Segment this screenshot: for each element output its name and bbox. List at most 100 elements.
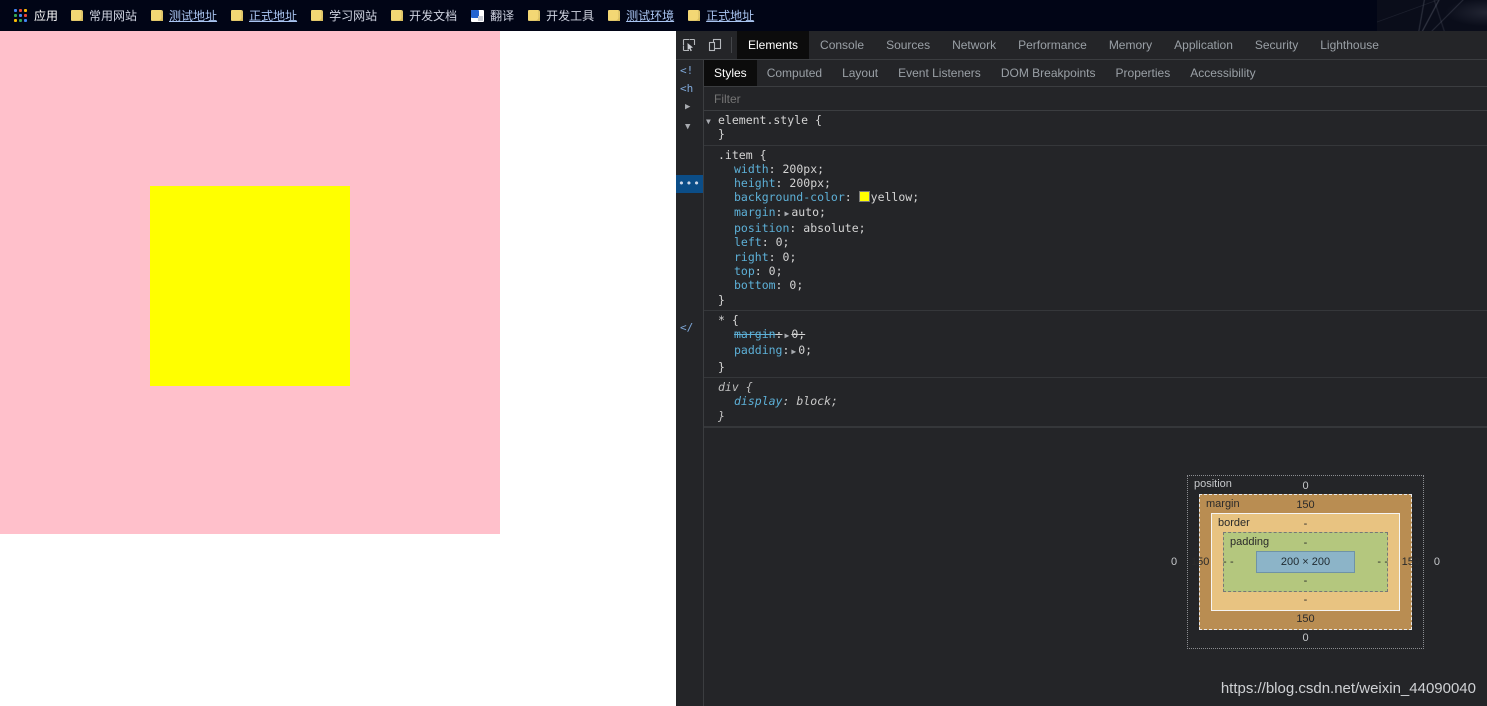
box-model-content-box[interactable]: 200 × 200 — [1255, 551, 1356, 573]
box-model-border-left[interactable]: - — [1223, 556, 1227, 568]
tab-network[interactable]: Network — [941, 31, 1007, 59]
css-declaration[interactable]: right: 0; — [718, 250, 1487, 264]
css-property-name[interactable]: position — [718, 221, 789, 235]
css-property-name[interactable]: top — [718, 264, 755, 278]
box-model-margin-right[interactable]: 150 — [1402, 556, 1420, 568]
css-property-name[interactable]: bottom — [718, 278, 776, 292]
dom-expand-arrow-collapsed[interactable]: ▶ — [685, 102, 690, 112]
css-declaration[interactable]: bottom: 0; — [718, 278, 1487, 292]
css-property-name[interactable]: background-color — [718, 190, 845, 204]
bookmark-item[interactable]: 学习网站 — [306, 5, 384, 27]
dom-line-closing[interactable]: </ — [680, 321, 693, 334]
css-selector[interactable]: element.style — [718, 113, 808, 127]
tab-elements[interactable]: Elements — [737, 31, 810, 59]
bookmark-item[interactable]: 正式地址 — [683, 5, 761, 27]
dom-expand-arrow-expanded[interactable]: ▼ — [685, 122, 690, 132]
apps-button[interactable]: 应用 — [8, 4, 64, 27]
tab-performance[interactable]: Performance — [1007, 31, 1098, 59]
css-declaration[interactable]: display: block; — [718, 394, 1487, 408]
box-model-margin-left[interactable]: 150 — [1191, 556, 1209, 568]
box-model-padding-bottom[interactable]: - — [1224, 575, 1387, 587]
bookmark-item[interactable]: 开发工具 — [523, 5, 601, 27]
filter-input[interactable] — [712, 90, 1016, 107]
dom-line-doctype[interactable]: <! — [680, 64, 693, 77]
inspect-element-icon[interactable] — [676, 31, 702, 59]
tab-sources[interactable]: Sources — [875, 31, 941, 59]
css-declaration[interactable]: position: absolute; — [718, 221, 1487, 235]
css-property-value[interactable]: absolute — [803, 221, 858, 235]
bookmark-item[interactable]: 开发文档 — [386, 5, 464, 27]
css-property-name[interactable]: margin — [718, 205, 776, 219]
css-declaration[interactable]: padding: ▶ 0; — [718, 343, 1487, 359]
bookmark-label: 测试地址 — [169, 9, 218, 23]
css-property-value[interactable]: 200px — [783, 162, 818, 176]
shorthand-expand-arrow[interactable]: ▶ — [782, 331, 791, 340]
tab-lighthouse[interactable]: Lighthouse — [1309, 31, 1390, 59]
box-model-border-right[interactable]: - — [1384, 556, 1388, 568]
css-declaration[interactable]: margin: ▶ 0; — [718, 327, 1487, 343]
css-property-value[interactable]: 0 — [769, 264, 776, 278]
folder-icon — [311, 10, 324, 21]
sidebar-tab-properties[interactable]: Properties — [1106, 60, 1181, 86]
css-property-name[interactable]: width — [718, 162, 769, 176]
css-property-name[interactable]: padding — [718, 343, 782, 357]
sidebar-tab-layout[interactable]: Layout — [832, 60, 888, 86]
device-toolbar-icon[interactable] — [702, 31, 728, 59]
dom-tree-strip[interactable]: <! <h ▶ ▼ ••• </ — [676, 60, 704, 706]
sidebar-tab-dom-breakpoints[interactable]: DOM Breakpoints — [991, 60, 1106, 86]
tab-console[interactable]: Console — [809, 31, 875, 59]
box-model-border-layer[interactable]: border - padding - - 200 × 200 - - - — [1211, 513, 1400, 611]
dom-line-html[interactable]: <h — [680, 82, 693, 95]
bookmark-item[interactable]: 测试环境 — [603, 5, 681, 27]
dom-selected-node[interactable]: ••• — [676, 175, 703, 193]
css-property-name[interactable]: right — [718, 250, 769, 264]
css-declaration[interactable]: top: 0; — [718, 264, 1487, 278]
css-property-name[interactable]: height — [718, 176, 776, 190]
bookmark-item[interactable]: 正式地址 — [226, 5, 304, 27]
css-property-value[interactable]: 200px — [789, 176, 824, 190]
box-model-border-bottom[interactable]: - — [1212, 594, 1399, 606]
css-property-value[interactable]: 0 — [776, 235, 783, 249]
css-property-value[interactable]: yellow — [871, 190, 913, 204]
css-rule[interactable]: ▼ element.style {} — [704, 111, 1487, 146]
sidebar-tab-styles[interactable]: Styles — [704, 60, 757, 86]
css-property-value[interactable]: block — [796, 394, 831, 408]
css-property-name[interactable]: margin — [718, 327, 776, 341]
css-declaration[interactable]: width: 200px; — [718, 162, 1487, 176]
css-declaration[interactable]: height: 200px; — [718, 176, 1487, 190]
css-property-name[interactable]: left — [718, 235, 762, 249]
bookmark-item[interactable]: 翻译 — [466, 5, 521, 27]
item-element-highlight[interactable] — [150, 186, 350, 386]
css-selector[interactable]: div — [718, 380, 739, 394]
bookmark-item[interactable]: 测试地址 — [146, 5, 224, 27]
css-property-value[interactable]: auto — [791, 205, 819, 219]
css-rule[interactable]: .item {width: 200px; height: 200px; backgr… — [704, 146, 1487, 311]
box-model-position-left[interactable]: 0 — [1171, 556, 1177, 568]
css-rule[interactable]: div {display: block;} — [704, 378, 1487, 427]
tab-application[interactable]: Application — [1163, 31, 1244, 59]
sidebar-tab-event-listeners[interactable]: Event Listeners — [888, 60, 991, 86]
bookmark-item[interactable]: 常用网站 — [66, 5, 144, 27]
box-model-margin-bottom[interactable]: 150 — [1200, 613, 1411, 625]
css-declaration[interactable]: left: 0; — [718, 235, 1487, 249]
css-declaration[interactable]: margin: ▶ auto; — [718, 205, 1487, 221]
tab-memory[interactable]: Memory — [1098, 31, 1163, 59]
rule-expand-arrow[interactable]: ▼ — [706, 115, 711, 129]
sidebar-tab-computed[interactable]: Computed — [757, 60, 832, 86]
box-model-position-bottom[interactable]: 0 — [1188, 632, 1423, 644]
box-model-margin-layer[interactable]: margin 150 border - padding - - 200 × 20… — [1199, 494, 1412, 630]
box-model-padding-right[interactable]: - — [1377, 556, 1381, 568]
css-selector[interactable]: .item — [718, 148, 753, 162]
css-selector[interactable]: * — [718, 313, 725, 327]
css-property-name[interactable]: display — [718, 394, 782, 408]
box-model-padding-left[interactable]: - — [1230, 556, 1234, 568]
sidebar-tab-accessibility[interactable]: Accessibility — [1180, 60, 1265, 86]
box-model-position-right[interactable]: 0 — [1434, 556, 1440, 568]
css-declaration[interactable]: background-color: yellow; — [718, 190, 1487, 204]
box-model-padding-layer[interactable]: padding - - 200 × 200 - - — [1223, 532, 1388, 592]
css-rule[interactable]: * {margin: ▶ 0; padding: ▶ 0;} — [704, 311, 1487, 379]
color-swatch[interactable] — [858, 191, 870, 203]
tab-security[interactable]: Security — [1244, 31, 1309, 59]
shorthand-expand-arrow[interactable]: ▶ — [782, 209, 791, 218]
shorthand-expand-arrow[interactable]: ▶ — [789, 347, 798, 356]
